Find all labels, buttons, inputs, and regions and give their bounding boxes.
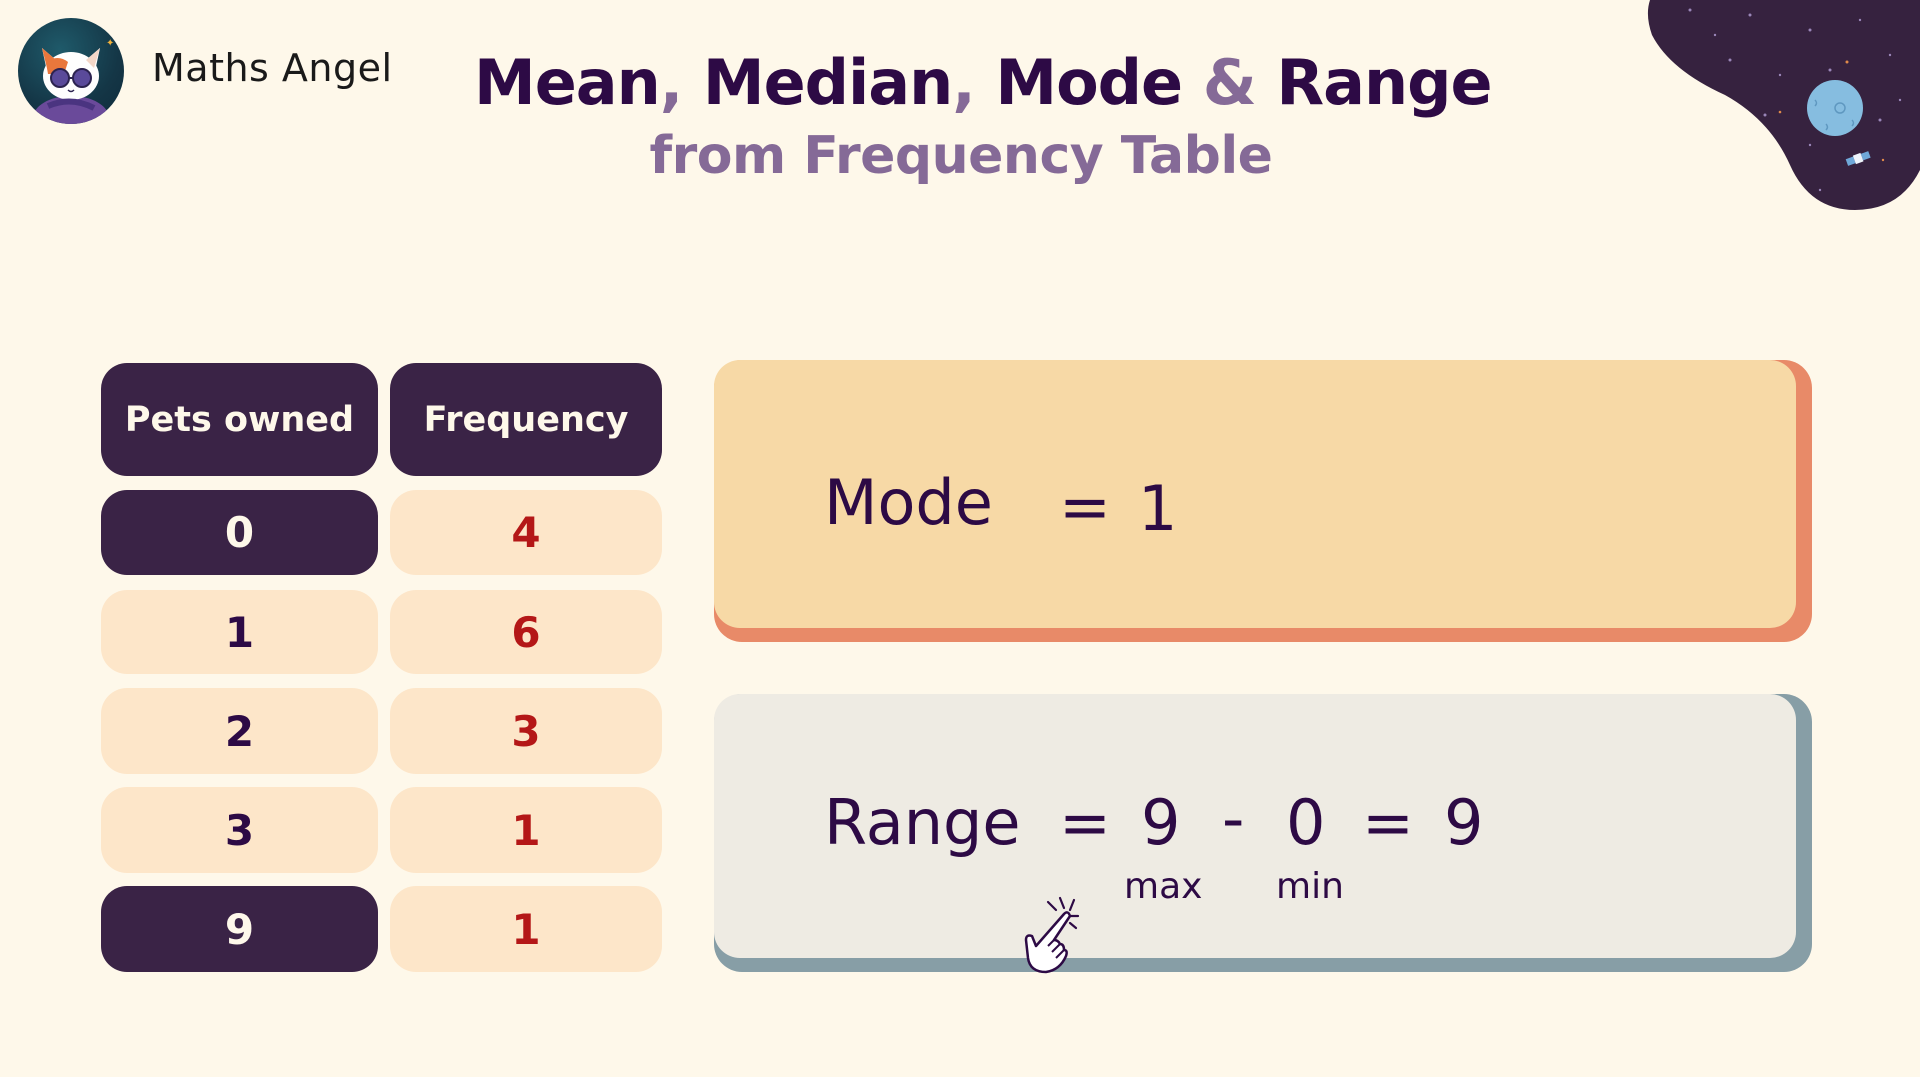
range-card: Range = 9 - 0 = 9 max min bbox=[714, 694, 1812, 972]
table-header-frequency: Frequency bbox=[390, 363, 662, 476]
table-cell-pets: 9 bbox=[101, 886, 378, 972]
table-cell-frequency: 1 bbox=[390, 787, 662, 873]
space-decoration-icon bbox=[1647, 0, 1920, 210]
brand-logo: ✦ bbox=[18, 18, 124, 124]
min-label: min bbox=[1276, 866, 1344, 907]
range-min-value: 0 bbox=[1286, 786, 1326, 859]
title-comma: , bbox=[952, 46, 996, 119]
range-card-face: Range = 9 - 0 = 9 max min bbox=[714, 694, 1796, 958]
range-label: Range bbox=[824, 786, 1021, 859]
title-word-mean: Mean bbox=[474, 46, 661, 119]
title-word-range: Range bbox=[1276, 46, 1492, 119]
mode-equals: = bbox=[1059, 470, 1111, 543]
page-title: Mean, Median, Mode & Range bbox=[474, 46, 1493, 119]
brand-name: Maths Angel bbox=[152, 46, 393, 90]
range-max-value: 9 bbox=[1141, 786, 1181, 859]
mode-label: Mode bbox=[824, 466, 993, 539]
range-minus: - bbox=[1222, 782, 1245, 855]
table-cell-frequency: 1 bbox=[390, 886, 662, 972]
page-subtitle: from Frequency Table bbox=[649, 126, 1273, 186]
range-result: 9 bbox=[1444, 786, 1484, 859]
range-equals-2: = bbox=[1362, 786, 1414, 859]
title-ampersand: & bbox=[1182, 46, 1277, 119]
svg-text:✦: ✦ bbox=[106, 38, 114, 49]
table-cell-pets: 3 bbox=[101, 787, 378, 873]
table-cell-pets: 0 bbox=[101, 490, 378, 575]
tapping-hand-icon bbox=[1024, 896, 1080, 974]
title-comma: , bbox=[659, 46, 703, 119]
mode-value: 1 bbox=[1138, 472, 1178, 545]
table-cell-frequency: 4 bbox=[390, 490, 662, 575]
table-cell-frequency: 6 bbox=[390, 590, 662, 674]
table-cell-pets: 2 bbox=[101, 688, 378, 774]
table-cell-frequency: 3 bbox=[390, 688, 662, 774]
mode-card: Mode = 1 bbox=[714, 360, 1812, 642]
table-cell-pets: 1 bbox=[101, 590, 378, 674]
title-word-median: Median bbox=[702, 46, 953, 119]
title-word-mode: Mode bbox=[995, 46, 1183, 119]
table-header-pets-owned: Pets owned bbox=[101, 363, 378, 476]
mode-card-face: Mode = 1 bbox=[714, 360, 1796, 628]
range-equals: = bbox=[1059, 786, 1111, 859]
cat-logo-icon: ✦ bbox=[33, 38, 114, 124]
max-label: max bbox=[1124, 866, 1203, 907]
